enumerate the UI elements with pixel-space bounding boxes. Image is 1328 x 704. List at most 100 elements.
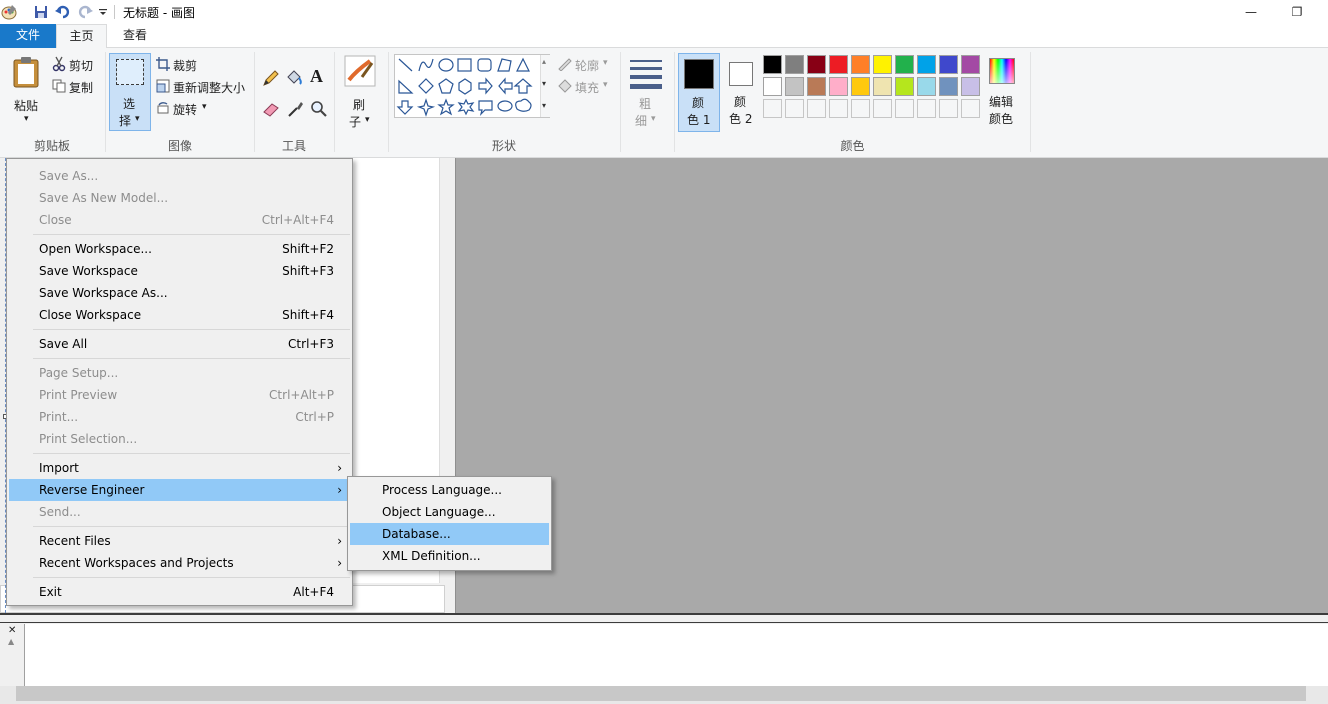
menu-item[interactable]: Save As... (9, 165, 350, 187)
shapes-gallery[interactable]: ▴ ▾ ▾ (394, 54, 550, 118)
palette-swatch[interactable] (851, 55, 870, 74)
menu-item[interactable]: Send... (9, 501, 350, 523)
menu-item[interactable]: Exit Alt+F4 (9, 581, 350, 603)
rotate-button[interactable]: 旋转 ▾ (156, 100, 216, 118)
submenu-arrow-icon: › (337, 556, 342, 570)
size-button[interactable]: 粗 细 ▾ (625, 52, 669, 132)
tab-view[interactable]: 查看 (107, 24, 163, 48)
menu-item[interactable]: Close Ctrl+Alt+F4 (9, 209, 350, 231)
palette-swatch[interactable] (785, 55, 804, 74)
palette-custom-slot[interactable] (763, 99, 782, 118)
palette-swatch[interactable] (763, 77, 782, 96)
palette-swatch[interactable] (961, 77, 980, 96)
tab-file[interactable]: 文件 (0, 24, 56, 48)
color2-button[interactable]: 颜 色 2 (722, 53, 762, 132)
redo-icon[interactable] (76, 3, 94, 21)
menu-item[interactable]: Save All Ctrl+F3 (9, 333, 350, 355)
eraser-icon[interactable] (262, 100, 280, 121)
menu-item[interactable]: Page Setup... (9, 362, 350, 384)
crop-button[interactable]: 裁剪 (156, 56, 216, 74)
horizontal-scrollbar-thumb[interactable] (16, 686, 1306, 701)
palette-swatch[interactable] (895, 55, 914, 74)
save-icon[interactable] (32, 3, 50, 21)
palette-custom-slot[interactable] (807, 99, 826, 118)
palette-custom-slot[interactable] (961, 99, 980, 118)
resize-button[interactable]: 重新调整大小 (156, 78, 248, 96)
image-group-label: 图像 (167, 139, 192, 153)
scroll-up-icon[interactable]: ▲ (8, 637, 14, 646)
palette-custom-slot[interactable] (851, 99, 870, 118)
customize-quick-access-icon[interactable] (94, 3, 112, 21)
submenu-arrow-icon: › (337, 534, 342, 548)
menu-item[interactable]: Print... Ctrl+P (9, 406, 350, 428)
magnifier-icon[interactable] (310, 100, 328, 121)
palette-custom-slot[interactable] (785, 99, 804, 118)
submenu-item[interactable]: Process Language... (350, 479, 549, 501)
cut-button[interactable]: 剪切 (52, 56, 102, 74)
menu-item[interactable]: Save Workspace As... (9, 282, 350, 304)
palette-swatch[interactable] (939, 55, 958, 74)
close-icon[interactable]: ✕ (8, 625, 16, 636)
paint-app-icon[interactable] (0, 3, 18, 21)
fill-bucket-icon[interactable] (285, 69, 303, 90)
paste-button[interactable]: 粘贴 ▾ (6, 52, 46, 130)
panel-splitter[interactable] (0, 613, 1328, 623)
palette-swatch[interactable] (807, 77, 826, 96)
restore-button[interactable]: ❐ (1274, 0, 1320, 24)
menu-item[interactable]: Reverse Engineer › (9, 479, 350, 501)
palette-swatch[interactable] (873, 55, 892, 74)
palette-swatch[interactable] (785, 77, 804, 96)
palette-swatch[interactable] (807, 55, 826, 74)
palette-swatch[interactable] (873, 77, 892, 96)
menu-item[interactable]: Print Preview Ctrl+Alt+P (9, 384, 350, 406)
menu-item[interactable]: Recent Workspaces and Projects › (9, 552, 350, 574)
undo-icon[interactable] (54, 3, 72, 21)
tab-home[interactable]: 主页 (56, 24, 107, 49)
minimize-button[interactable]: — (1228, 0, 1274, 24)
submenu-item[interactable]: Object Language... (350, 501, 549, 523)
fill-icon (557, 79, 573, 96)
palette-swatch[interactable] (763, 55, 782, 74)
menu-item[interactable]: Import › (9, 457, 350, 479)
shapes-gallery-icons[interactable] (395, 55, 540, 119)
palette-custom-slot[interactable] (829, 99, 848, 118)
palette-custom-slot[interactable] (895, 99, 914, 118)
palette-custom-slot[interactable] (873, 99, 892, 118)
palette-swatch[interactable] (961, 55, 980, 74)
menu-item[interactable]: Save As New Model... (9, 187, 350, 209)
palette-swatch[interactable] (939, 77, 958, 96)
palette-custom-slot[interactable] (917, 99, 936, 118)
fill-button[interactable]: 填充 ▾ (557, 78, 615, 96)
brushes-button[interactable]: 刷 子 ▾ (339, 52, 383, 132)
menu-item-label: Open Workspace... (39, 242, 152, 256)
shapes-more-icon[interactable]: ▾ (542, 101, 546, 110)
select-button[interactable]: 选 择 ▾ (109, 53, 151, 131)
scroll-up-icon[interactable]: ▴ (542, 57, 546, 66)
palette-custom-slot[interactable] (939, 99, 958, 118)
color1-button[interactable]: 颜 色 1 (678, 53, 720, 132)
clipboard-icon (12, 56, 40, 91)
palette-swatch[interactable] (829, 55, 848, 74)
palette-swatch[interactable] (851, 77, 870, 96)
palette-swatch[interactable] (917, 55, 936, 74)
scroll-down-icon[interactable]: ▾ (542, 79, 546, 88)
shapes-scrollbar[interactable]: ▴ ▾ ▾ (540, 55, 550, 117)
pencil-icon[interactable] (262, 69, 280, 90)
menu-item[interactable]: Close Workspace Shift+F4 (9, 304, 350, 326)
color-picker-icon[interactable] (287, 100, 305, 121)
menu-item[interactable]: Print Selection... (9, 428, 350, 450)
outline-button[interactable]: 轮廓 ▾ (557, 56, 615, 74)
menu-separator (33, 526, 350, 527)
copy-button[interactable]: 复制 (52, 78, 102, 96)
color-palette[interactable] (763, 55, 985, 121)
palette-swatch[interactable] (829, 77, 848, 96)
menu-item[interactable]: Save Workspace Shift+F3 (9, 260, 350, 282)
palette-swatch[interactable] (917, 77, 936, 96)
edit-colors-button[interactable]: 编辑 颜色 (986, 54, 1020, 132)
text-tool-icon[interactable]: A (310, 66, 323, 87)
palette-swatch[interactable] (895, 77, 914, 96)
submenu-item[interactable]: XML Definition... (350, 545, 549, 567)
menu-item[interactable]: Recent Files › (9, 530, 350, 552)
submenu-item[interactable]: Database... (350, 523, 549, 545)
menu-item[interactable]: Open Workspace... Shift+F2 (9, 238, 350, 260)
